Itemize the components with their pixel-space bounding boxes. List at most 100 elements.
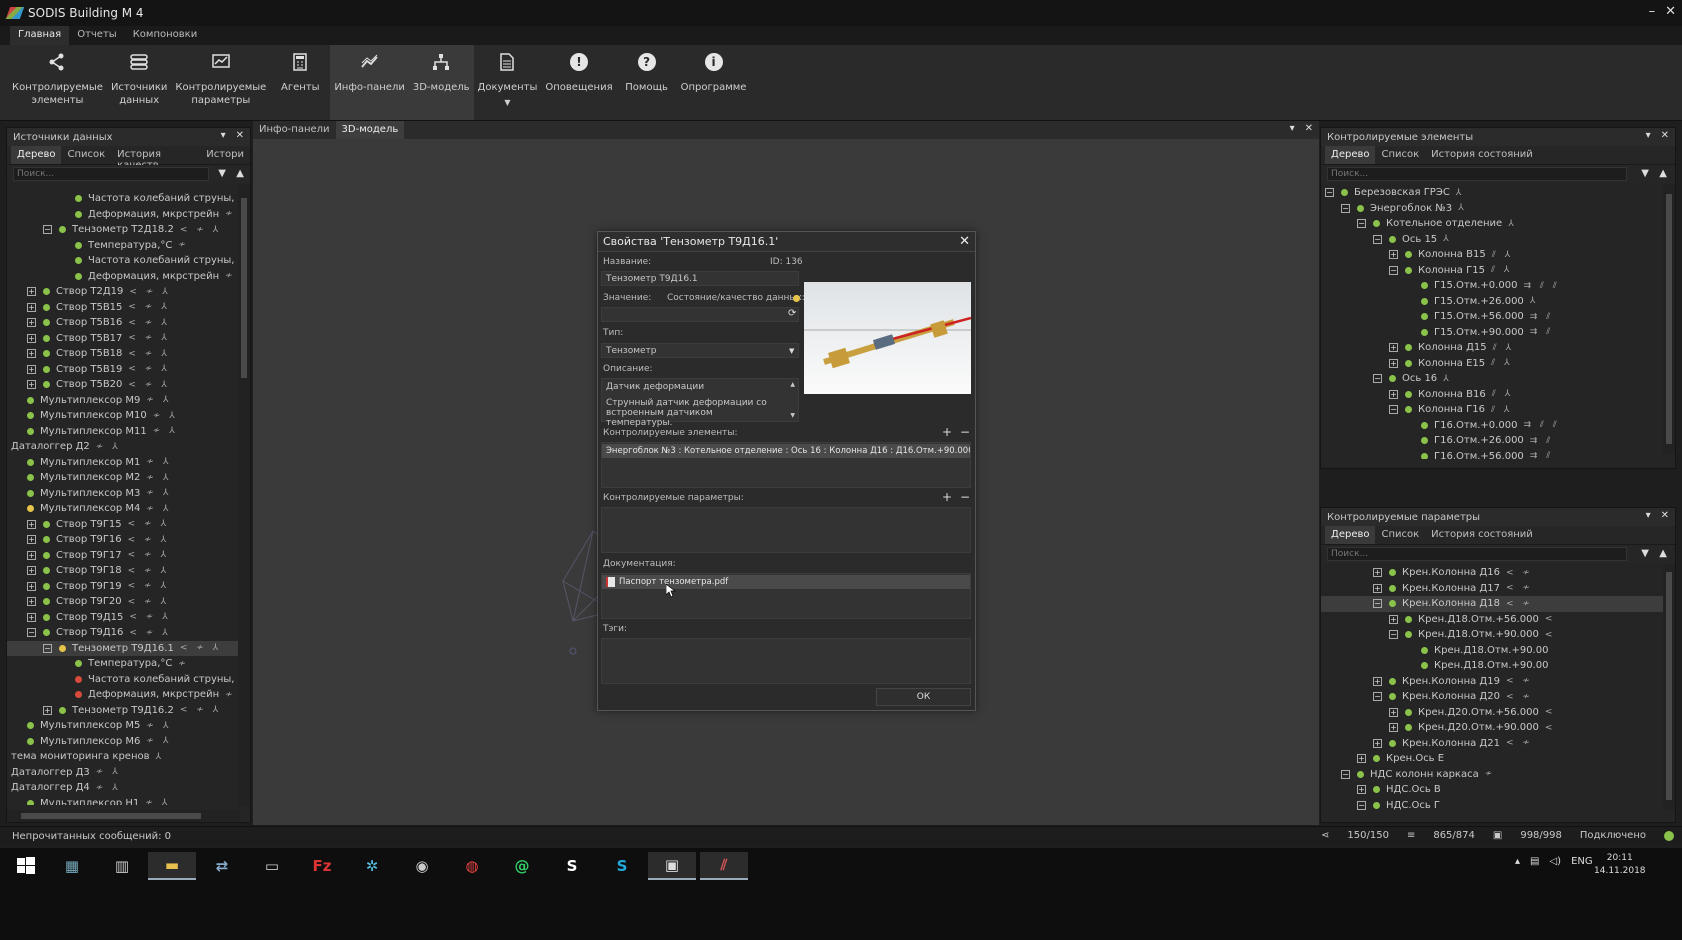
row-action-icons[interactable]: ⫽ ⅄ (1491, 358, 1512, 368)
alerts-button[interactable]: ! Оповещения (541, 45, 616, 120)
collapse-icon[interactable]: − (43, 643, 52, 653)
row-action-icons[interactable]: ⇉ ⫽ (1530, 327, 1553, 337)
row-action-icons[interactable]: ⅄ (1443, 234, 1452, 244)
tree-row[interactable]: Деформация, мкрстрейн ≁ ⫽ (7, 687, 250, 703)
expand-icon[interactable]: + (27, 333, 36, 343)
row-action-icons[interactable]: < ≁ ⅄ (128, 380, 169, 390)
sodis-app-icon[interactable]: ⫽ (700, 852, 748, 880)
collapse-icon[interactable]: − (1341, 203, 1350, 213)
row-action-icons[interactable]: ≁ ⅄ (146, 473, 171, 483)
row-action-icons[interactable]: < ≁ ⅄ (180, 705, 221, 715)
tree-row[interactable]: − Крен.Колонна Д20 < ≁ (1321, 689, 1675, 705)
scroll-down-icon[interactable]: ▼ (790, 412, 795, 419)
tab-quality-history[interactable]: История качеств данных (111, 146, 200, 182)
expand-icon[interactable]: + (1389, 707, 1398, 717)
vertical-scrollbar[interactable] (238, 184, 250, 806)
row-action-icons[interactable]: < ≁ (1506, 738, 1533, 748)
expand-icon[interactable]: + (27, 349, 36, 359)
ok-button[interactable]: ОК (876, 688, 971, 706)
row-action-icons[interactable]: < ≁ ⅄ (128, 519, 169, 529)
tree-row[interactable]: + Створ Т5В15 < ≁ ⅄ (7, 300, 250, 316)
tree-row[interactable]: Мультиплексор М5 ≁ ⅄ (7, 718, 250, 734)
collapse-icon[interactable]: − (1373, 692, 1382, 702)
scroll-thumb[interactable] (1666, 194, 1672, 444)
panel-menu-icon[interactable]: ▾ (1290, 123, 1295, 134)
tab-layouts[interactable]: Компоновки (125, 26, 206, 45)
tree-row[interactable]: Мультиплексор М1 ≁ ⅄ (7, 455, 250, 471)
row-action-icons[interactable]: ≁ ⅄ (153, 426, 178, 436)
settings-app-icon[interactable]: ✲ (348, 852, 396, 880)
remove-element-icon[interactable]: − (960, 425, 970, 439)
expand-icon[interactable]: + (27, 550, 36, 560)
row-action-icons[interactable]: < (1545, 630, 1556, 640)
collapse-icon[interactable]: − (1389, 265, 1398, 275)
row-action-icons[interactable]: ⇉ ⫽ (1530, 312, 1553, 322)
name-field[interactable]: Тензометр Т9Д16.1 (601, 271, 799, 286)
row-action-icons[interactable]: ⫽ ⅄ (1491, 265, 1512, 275)
expand-icon[interactable]: + (1389, 723, 1398, 733)
tree-row[interactable]: + Колонна Е15 ⫽ ⅄ (1321, 356, 1675, 372)
tree-row[interactable]: + Створ Т9Г17 < ≁ ⅄ (7, 548, 250, 564)
collapse-icon[interactable]: − (1341, 769, 1350, 779)
panel-close-icon[interactable]: ✕ (1305, 123, 1313, 134)
expand-icon[interactable]: + (1357, 754, 1366, 764)
tree-row[interactable]: Мультиплексор М9 ≁ ⅄ (7, 393, 250, 409)
tree-row[interactable]: + Створ Т9Г20 < ≁ ⅄ (7, 594, 250, 610)
tree-row[interactable]: − Березовская ГРЭС ⅄ (1321, 185, 1675, 201)
horizontal-scrollbar[interactable] (7, 810, 240, 822)
search-input[interactable] (1327, 167, 1627, 181)
scroll-up-icon[interactable]: ▲ (790, 381, 795, 388)
dropdown-arrow-icon[interactable]: ▼ (504, 96, 510, 109)
controlled-params-button[interactable]: Контролируемые параметры (171, 45, 270, 120)
tab-main[interactable]: Главная (10, 26, 70, 45)
type-select[interactable]: Тензометр (601, 343, 799, 358)
tree-row[interactable]: Мультиплексор Н1 ≁ ⅄ (7, 796, 250, 805)
tree-row[interactable]: + Створ Т9Д15 < ≁ ⅄ (7, 610, 250, 626)
row-action-icons[interactable]: ⇉ ⫽ ⫽ (1523, 420, 1559, 430)
row-action-icons[interactable]: < ≁ ⅄ (129, 612, 170, 622)
row-action-icons[interactable]: ≁ ⅄ (96, 767, 121, 777)
documents-button[interactable]: Документы ▼ (474, 45, 542, 120)
data-sources-button[interactable]: Источники данных (107, 45, 171, 120)
expand-icon[interactable]: + (1373, 583, 1382, 593)
tree-row[interactable]: − Крен.Д18.Отм.+90.000 < (1321, 627, 1675, 643)
tree-row[interactable]: Частота колебаний струны, Гц⫽ ≁ (7, 191, 250, 207)
tree-row[interactable]: Крен.Д18.Отм.+90.00 (1321, 658, 1675, 674)
tree-row[interactable]: + Тензометр Т9Д16.2 < ≁ ⅄ (7, 703, 250, 719)
refresh-icon[interactable]: ⟳ (788, 308, 796, 319)
expand-icon[interactable]: + (27, 581, 36, 591)
vertical-scrollbar[interactable] (1663, 564, 1675, 810)
row-action-icons[interactable]: < ≁ ⅄ (128, 550, 169, 560)
panel-close-icon[interactable]: ✕ (236, 130, 244, 141)
tree-row[interactable]: Мультиплексор М4 ≁ ⅄ (7, 501, 250, 517)
chevron-down-icon[interactable]: ▼ (789, 347, 794, 355)
panel-menu-icon[interactable]: ▾ (221, 130, 226, 141)
expand-icon[interactable]: + (1389, 389, 1398, 399)
scroll-thumb[interactable] (21, 813, 201, 819)
tree-row[interactable]: Частота колебаний струны, Гц⫽ (7, 253, 250, 269)
tree-row[interactable]: + Створ Т5В20 < ≁ ⅄ (7, 377, 250, 393)
tab-state-history[interactable]: История состояний (1425, 146, 1539, 164)
volume-icon[interactable]: ◁) (1549, 856, 1561, 867)
tree-row[interactable]: + Крен.Колонна Д21 < ≁ (1321, 736, 1675, 752)
row-action-icons[interactable]: ⫽ ⅄ (1491, 405, 1512, 415)
filezilla-app-icon[interactable]: Fz (298, 852, 346, 880)
row-action-icons[interactable]: < ≁ ⅄ (129, 628, 170, 638)
tree-row[interactable]: Крен.Д18.Отм.+90.00 (1321, 643, 1675, 659)
row-action-icons[interactable]: < ≁ ⅄ (129, 287, 170, 297)
row-action-icons[interactable]: < ≁ (1506, 568, 1533, 578)
row-action-icons[interactable]: ⫽ ⅄ (1492, 250, 1513, 260)
collapse-icon[interactable]: − (1373, 234, 1382, 244)
collapse-icon[interactable]: − (1325, 188, 1334, 198)
s-app-icon[interactable]: S (548, 852, 596, 880)
about-button[interactable]: i Опрограмме (677, 45, 751, 120)
row-action-icons[interactable]: ⅄ (1530, 296, 1539, 306)
panel-menu-icon[interactable]: ▾ (1646, 510, 1651, 521)
list-item[interactable]: Энергоблок №3 : Котельное отделение : Ос… (602, 444, 970, 458)
explorer-app-icon[interactable]: ▬ (148, 852, 196, 880)
scroll-thumb[interactable] (241, 198, 247, 378)
tree-row[interactable]: − Тензометр Т9Д16.1 < ≁ ⅄ (7, 640, 250, 656)
filter-icon[interactable]: ▼ (218, 168, 226, 179)
collapse-icon[interactable]: − (1373, 374, 1382, 384)
remove-param-icon[interactable]: − (960, 490, 970, 504)
